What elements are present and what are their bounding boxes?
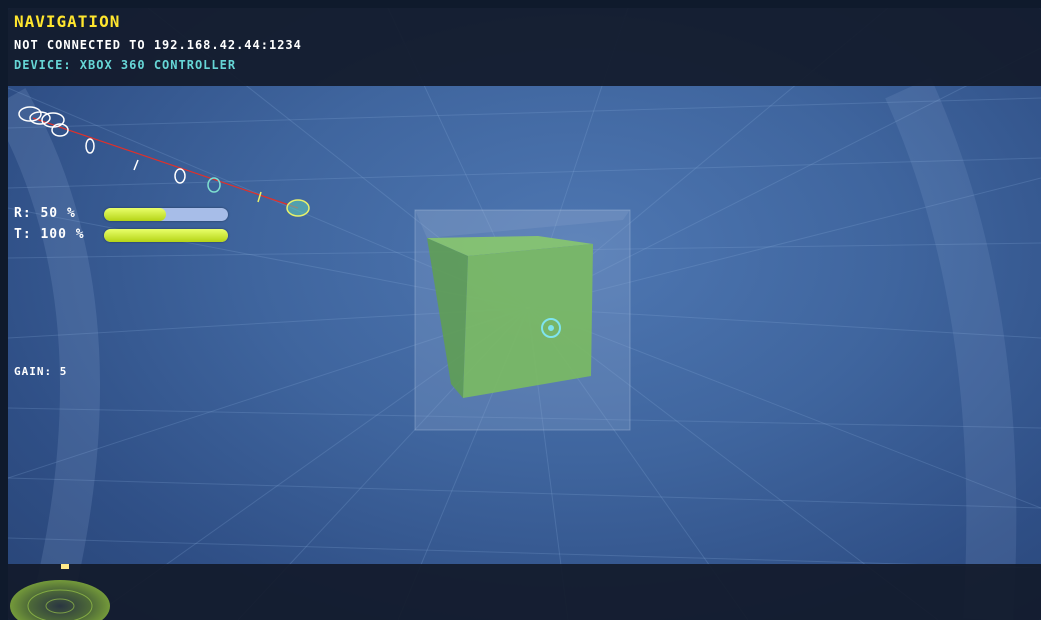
hud-header: NAVIGATION NOT CONNECTED TO 192.168.42.4… xyxy=(8,8,1041,86)
mode-title: NAVIGATION xyxy=(14,12,121,31)
trajectory-end-marker xyxy=(286,199,310,217)
trajectory-marker xyxy=(85,138,95,154)
rotation-label: R: 50 % xyxy=(14,206,76,221)
cube-front-face xyxy=(463,244,593,398)
device-label: DEVICE: XBOX 360 CONTROLLER xyxy=(14,58,237,72)
trajectory-marker xyxy=(257,191,262,203)
3d-viewport[interactable]: R: 50 % T: 100 % GAIN: 5 xyxy=(8,8,1041,620)
connection-status: NOT CONNECTED TO 192.168.42.44:1234 xyxy=(14,38,302,52)
translation-label: T: 100 % xyxy=(14,227,85,242)
translation-bar[interactable] xyxy=(104,229,228,242)
gain-readout: GAIN: 5 xyxy=(14,365,68,378)
translation-bar-fill xyxy=(104,229,228,242)
game-frame: R: 50 % T: 100 % GAIN: 5 NAVIGATION NOT … xyxy=(8,8,1041,620)
rotation-bar-fill xyxy=(104,208,166,221)
target-cube[interactable] xyxy=(413,208,633,433)
trajectory-line xyxy=(32,117,299,209)
radar-marker xyxy=(61,564,69,569)
trajectory-marker xyxy=(133,159,139,171)
rotation-bar[interactable] xyxy=(104,208,228,221)
trajectory-marker xyxy=(174,168,186,184)
hud-footer xyxy=(8,564,1041,620)
radar-icon[interactable] xyxy=(8,558,118,620)
trajectory-path xyxy=(18,106,310,217)
